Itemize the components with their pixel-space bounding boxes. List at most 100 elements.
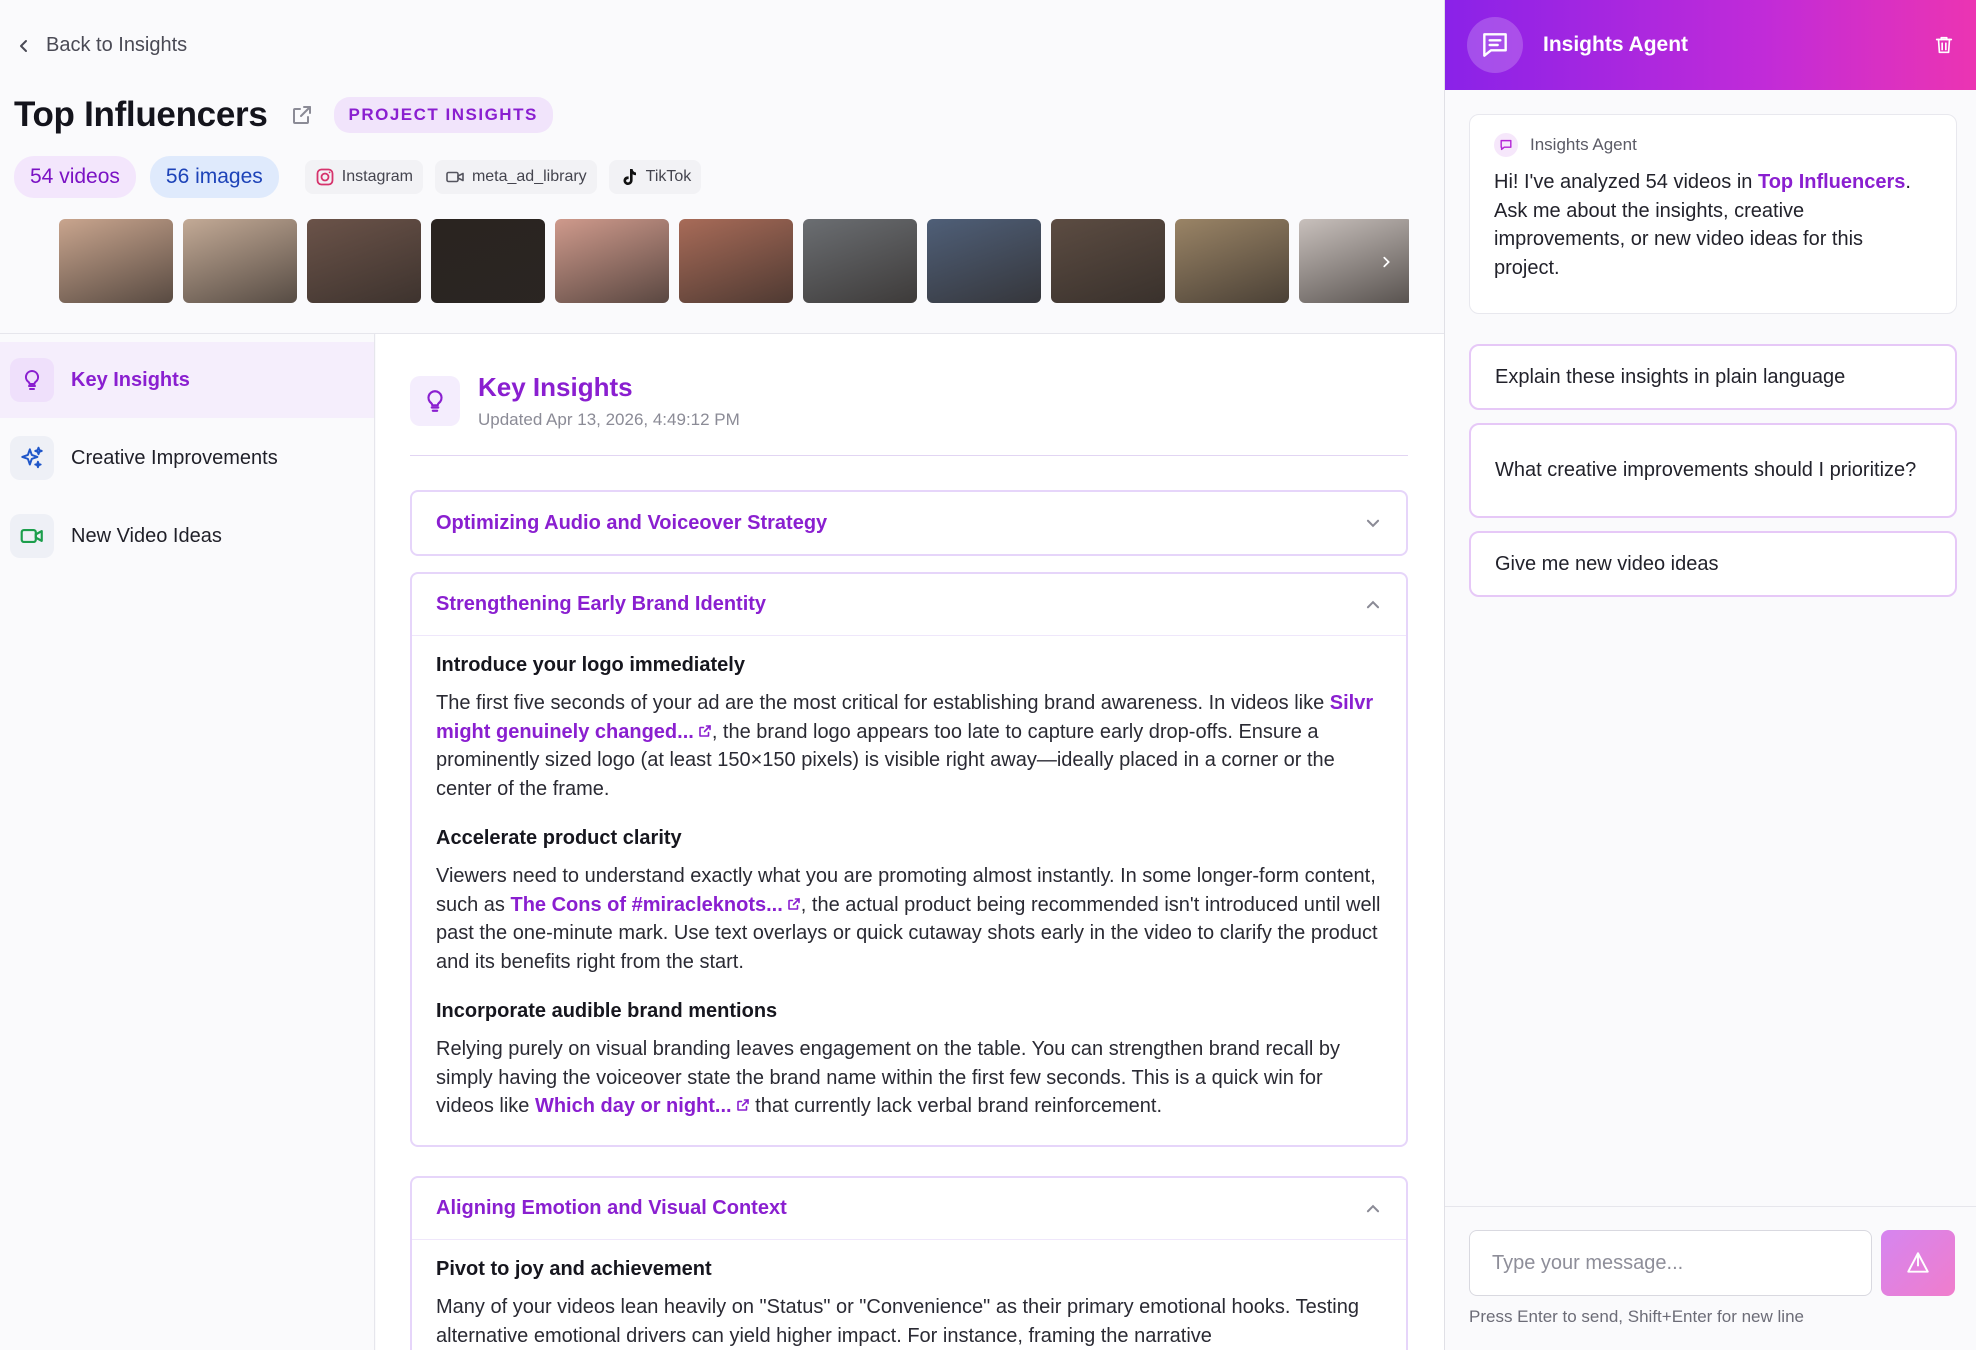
subsection-heading: Accelerate product clarity bbox=[436, 827, 682, 849]
video-camera-icon bbox=[20, 528, 43, 544]
subsection-text: Many of your videos lean heavily on "Sta… bbox=[436, 1296, 1359, 1347]
instagram-icon bbox=[316, 168, 334, 186]
external-link-icon bbox=[787, 897, 800, 910]
accordion-body: Introduce your logo immediately The firs… bbox=[412, 636, 1406, 1121]
accordion-emotion-visual: Aligning Emotion and Visual Context Pivo… bbox=[410, 1176, 1408, 1350]
back-to-insights-link[interactable]: Back to Insights bbox=[16, 34, 187, 57]
open-external-button[interactable] bbox=[288, 101, 316, 129]
video-thumbnail[interactable] bbox=[679, 219, 793, 303]
nav-item-key-insights[interactable]: Key Insights bbox=[0, 342, 374, 418]
insights-agent-panel: Insights Agent Insights Agent Hi! I've a… bbox=[1444, 0, 1976, 1350]
platform-label: TikTok bbox=[645, 168, 692, 185]
send-button[interactable] bbox=[1881, 1230, 1955, 1296]
platform-label: meta_ad_library bbox=[471, 168, 587, 185]
nav-label: Creative Improvements bbox=[71, 446, 278, 469]
accordion-body: Pivot to joy and achievement Many of you… bbox=[412, 1240, 1406, 1350]
external-link-icon bbox=[292, 106, 311, 124]
project-insights-badge: PROJECT INSIGHTS bbox=[333, 97, 553, 133]
suggestion-creative-improvements[interactable]: What creative improvements should I prio… bbox=[1469, 423, 1957, 518]
video-thumbnail[interactable] bbox=[183, 219, 297, 303]
chevron-down-icon bbox=[1366, 519, 1380, 528]
message-text: Hi! I've analyzed 54 videos in Top Influ… bbox=[1494, 168, 1932, 282]
subsection-heading: Pivot to joy and achievement bbox=[436, 1258, 712, 1280]
subsection-text: Relying purely on visual branding leaves… bbox=[436, 1035, 1382, 1121]
video-thumbnail[interactable] bbox=[1175, 219, 1289, 303]
accordion-audio-voiceover: Optimizing Audio and Voiceover Strategy bbox=[410, 490, 1408, 556]
video-link[interactable]: Which day or night... bbox=[535, 1095, 750, 1117]
platform-label: Instagram bbox=[341, 168, 413, 185]
chat-composer: Press Enter to send, Shift+Enter for new… bbox=[1445, 1206, 1976, 1350]
nav-item-creative-improvements[interactable]: Creative Improvements bbox=[0, 420, 374, 496]
accordion-header[interactable]: Strengthening Early Brand Identity bbox=[412, 574, 1406, 636]
page-title: Top Influencers bbox=[14, 95, 268, 134]
lightbulb-icon bbox=[24, 369, 40, 390]
video-link[interactable]: The Cons of #miracleknots... bbox=[510, 894, 800, 916]
chevron-up-icon bbox=[1366, 1204, 1380, 1212]
external-link-icon bbox=[736, 1099, 749, 1111]
subsection-heading: Incorporate audible brand mentions bbox=[436, 1000, 778, 1022]
platform-chip-tiktok: TikTok bbox=[608, 160, 702, 194]
accordion-title: Optimizing Audio and Voiceover Strategy bbox=[436, 511, 828, 534]
tiktok-icon bbox=[623, 169, 636, 185]
video-thumbnail[interactable] bbox=[307, 219, 421, 303]
thumbnails-next-button[interactable] bbox=[1372, 248, 1400, 276]
chat-header: Insights Agent bbox=[1445, 0, 1976, 90]
agent-message: Insights Agent Hi! I've analyzed 54 vide… bbox=[1469, 114, 1957, 314]
nav-item-new-video-ideas[interactable]: New Video Ideas bbox=[0, 498, 374, 574]
platform-chip-instagram: Instagram bbox=[304, 160, 423, 194]
key-insights-header-icon bbox=[410, 376, 460, 426]
text-run: Hi! I've analyzed 54 videos in bbox=[1494, 171, 1758, 193]
text-run: The first five seconds of your ad are th… bbox=[436, 692, 1330, 714]
video-thumbnail[interactable] bbox=[555, 219, 669, 303]
updated-timestamp: Updated Apr 13, 2026, 4:49:12 PM bbox=[478, 410, 740, 429]
agent-avatar bbox=[1467, 17, 1523, 73]
video-camera-icon bbox=[446, 171, 464, 183]
chevron-right-icon bbox=[1383, 256, 1390, 268]
video-thumbnail[interactable] bbox=[803, 219, 917, 303]
chevron-up-icon bbox=[1366, 600, 1380, 608]
text-run: that currently lack verbal brand reinfor… bbox=[749, 1095, 1163, 1117]
send-icon bbox=[1907, 1252, 1929, 1273]
nav-icon-box bbox=[10, 436, 54, 480]
accordion-title: Strengthening Early Brand Identity bbox=[436, 593, 767, 615]
videos-count-chip[interactable]: 54 videos bbox=[14, 156, 136, 198]
chat-message-icon bbox=[1483, 33, 1507, 57]
nav-icon-box bbox=[10, 358, 54, 402]
video-link-label: Which day or night... bbox=[534, 1095, 732, 1117]
accordion-header[interactable]: Optimizing Audio and Voiceover Strategy bbox=[412, 492, 1406, 554]
back-label: Back to Insights bbox=[46, 34, 188, 56]
images-count-chip[interactable]: 56 images bbox=[149, 156, 279, 198]
nav-icon-box bbox=[10, 514, 54, 558]
project-name-highlight: Top Influencers bbox=[1757, 171, 1906, 193]
chat-title: Insights Agent bbox=[1543, 33, 1689, 56]
divider bbox=[410, 455, 1408, 456]
send-hint: Press Enter to send, Shift+Enter for new… bbox=[1469, 1307, 1804, 1326]
video-thumbnail[interactable] bbox=[59, 219, 173, 303]
video-thumbnail[interactable] bbox=[1051, 219, 1165, 303]
nav-label: New Video Ideas bbox=[71, 524, 222, 547]
section-title: Key Insights bbox=[478, 372, 633, 402]
chat-message-input[interactable] bbox=[1469, 1230, 1872, 1296]
platform-chip-meta-ad-library: meta_ad_library bbox=[434, 160, 597, 194]
subsection-heading: Introduce your logo immediately bbox=[436, 654, 745, 676]
title-row: Top Influencers PROJECT INSIGHTS bbox=[14, 95, 553, 135]
accordion-header[interactable]: Aligning Emotion and Visual Context bbox=[412, 1178, 1406, 1240]
subsection-text: Viewers need to understand exactly what … bbox=[436, 862, 1382, 976]
subsection-text: The first five seconds of your ad are th… bbox=[436, 689, 1382, 803]
video-thumbnail[interactable] bbox=[927, 219, 1041, 303]
accordion-title: Aligning Emotion and Visual Context bbox=[436, 1197, 787, 1219]
sender-avatar bbox=[1494, 133, 1518, 157]
chat-bubble-icon bbox=[1500, 139, 1512, 151]
message-sender: Insights Agent bbox=[1494, 133, 1932, 157]
sparkles-icon bbox=[21, 446, 43, 469]
suggestion-new-video-ideas[interactable]: Give me new video ideas bbox=[1469, 531, 1957, 597]
main-panel: Back to Insights Top Influencers PROJECT… bbox=[0, 0, 1444, 1350]
chips-row: 54 videos 56 images Instagram meta_ad_li… bbox=[14, 156, 702, 198]
lightbulb-icon bbox=[427, 390, 443, 412]
external-link-icon bbox=[699, 724, 711, 737]
video-thumbnail[interactable] bbox=[431, 219, 545, 303]
suggestion-explain-insights[interactable]: Explain these insights in plain language bbox=[1469, 344, 1957, 410]
video-thumbnail-strip bbox=[59, 219, 1409, 303]
chevron-left-icon bbox=[20, 39, 27, 52]
trash-icon[interactable] bbox=[1933, 34, 1955, 56]
